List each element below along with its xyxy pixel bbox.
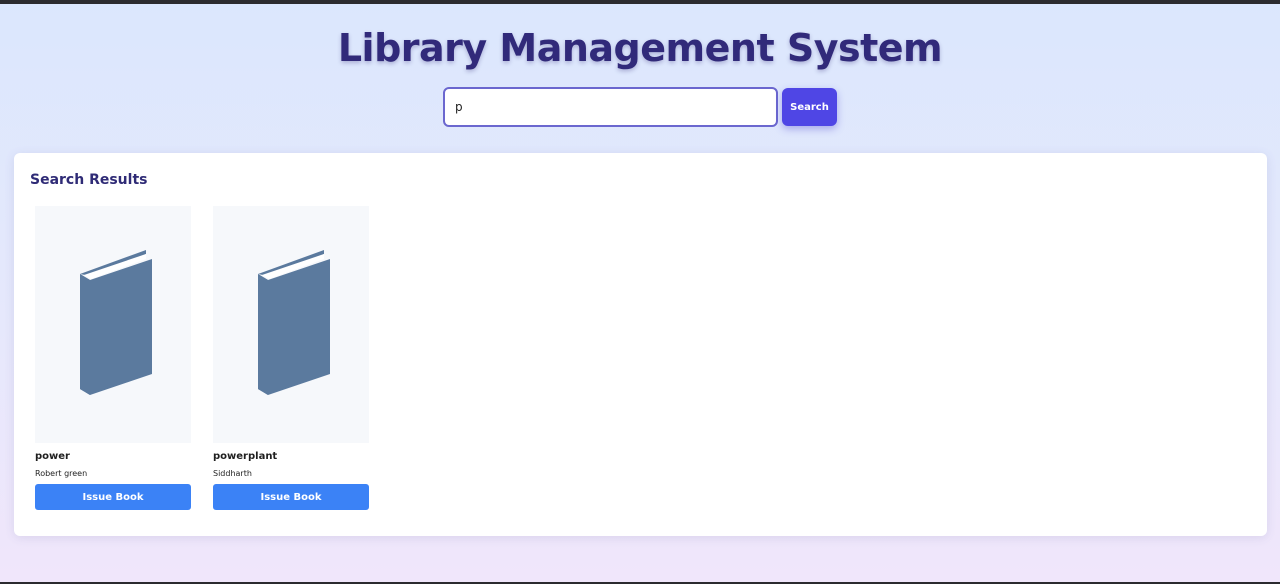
issue-book-button[interactable]: Issue Book: [35, 484, 191, 510]
book-author: Siddharth: [213, 469, 252, 478]
search-button[interactable]: Search: [782, 88, 837, 126]
search-input[interactable]: [443, 87, 778, 127]
results-heading: Search Results: [30, 172, 148, 188]
book-author: Robert green: [35, 469, 88, 478]
book-cover: [213, 206, 369, 443]
book-title: power: [35, 451, 70, 462]
book-icon: [80, 249, 152, 395]
window-top-strip: [0, 0, 1280, 4]
issue-book-button[interactable]: Issue Book: [213, 484, 369, 510]
book-cover: [35, 206, 191, 443]
search-results-panel: Search Results power Robert green Issue …: [14, 153, 1267, 536]
page-title: Library Management System: [337, 26, 943, 70]
book-title: powerplant: [213, 451, 278, 462]
book-icon: [258, 249, 330, 395]
book-card: power Robert green Issue Book: [35, 206, 191, 510]
book-card: powerplant Siddharth Issue Book: [213, 206, 369, 510]
